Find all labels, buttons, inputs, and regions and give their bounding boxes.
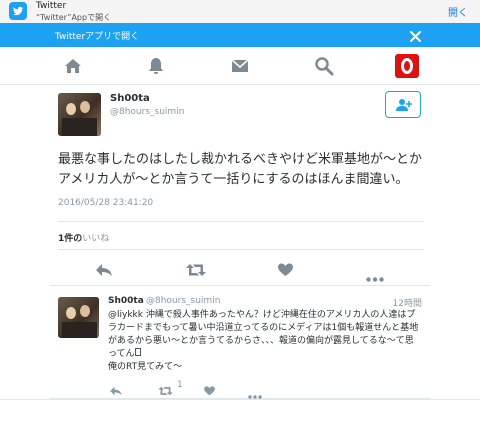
retweet-icon[interactable] <box>158 381 173 400</box>
open-in-app-text[interactable]: Twitterアプリで開く <box>55 29 139 42</box>
tweet-author-handle[interactable]: @8hours_suimin <box>110 107 184 117</box>
search-icon[interactable] <box>314 56 334 76</box>
reply-tweet[interactable]: Sh00ta @8hours_suimin 12時間 @liykkk 沖縄で殺人… <box>50 285 430 399</box>
avatar[interactable] <box>58 93 101 136</box>
reply-icon[interactable] <box>110 381 122 400</box>
retweet-icon[interactable] <box>186 262 206 281</box>
reply-body-2: 俺のRT見てみて〜 <box>108 362 183 372</box>
likes-label: いいね <box>82 234 110 244</box>
likes-summary[interactable]: 1件のいいね <box>58 231 109 244</box>
banner-app-name: Twitter <box>36 1 67 11</box>
banner-open-button[interactable]: 開く <box>448 4 468 19</box>
twitter-app-icon <box>9 2 27 20</box>
notifications-icon[interactable] <box>146 56 166 76</box>
messages-icon[interactable] <box>230 56 250 76</box>
like-icon[interactable] <box>278 262 293 281</box>
opera-icon[interactable] <box>395 54 419 78</box>
more-icon[interactable] <box>366 267 384 286</box>
divider <box>0 399 480 400</box>
reply-actions: 1 <box>108 380 308 399</box>
app-banner: Twitter “Twitter”Appで開く 開く <box>0 0 480 23</box>
reply-author-handle[interactable]: @8hours_suimin <box>146 296 220 306</box>
reply-mention[interactable]: @liykkk <box>108 310 143 320</box>
reply-body: 沖縄で殺人事件あったやん？けど沖縄在住のアメリカ人の人達はプラカードまでもって暑… <box>108 310 419 359</box>
like-icon[interactable] <box>204 381 215 400</box>
unknown-glyph-icon <box>134 348 141 356</box>
retweet-count: 1 <box>177 380 183 390</box>
tweet-author-name[interactable]: Sh00ta <box>110 93 150 104</box>
follow-user-icon <box>396 99 412 111</box>
divider <box>58 221 424 222</box>
reply-time[interactable]: 12時間 <box>393 296 422 309</box>
banner-app-subtitle: “Twitter”Appで開く <box>36 13 112 22</box>
more-icon[interactable] <box>248 384 262 403</box>
tweet-timestamp[interactable]: 2016/05/28 23:41:20 <box>58 198 153 208</box>
reply-text: @liykkk 沖縄で殺人事件あったやん？けど沖縄在住のアメリカ人の人達はプラカ… <box>108 309 420 374</box>
top-nav <box>0 47 480 85</box>
follow-button[interactable] <box>385 91 421 118</box>
reply-author-name[interactable]: Sh00ta <box>108 296 144 306</box>
reply-icon[interactable] <box>96 262 112 281</box>
close-icon[interactable] <box>409 28 422 42</box>
home-icon[interactable] <box>63 56 83 76</box>
tweet-actions <box>58 258 424 282</box>
likes-count: 1件の <box>58 234 83 244</box>
tweet-text: 最悪な事したのはしたし裁かれるべきやけど米軍基地が〜とかアメリカ人が〜とか言うて… <box>58 152 423 187</box>
avatar[interactable] <box>58 297 99 338</box>
divider <box>58 249 424 250</box>
open-in-app-bar[interactable]: Twitterアプリで開く <box>0 23 480 47</box>
